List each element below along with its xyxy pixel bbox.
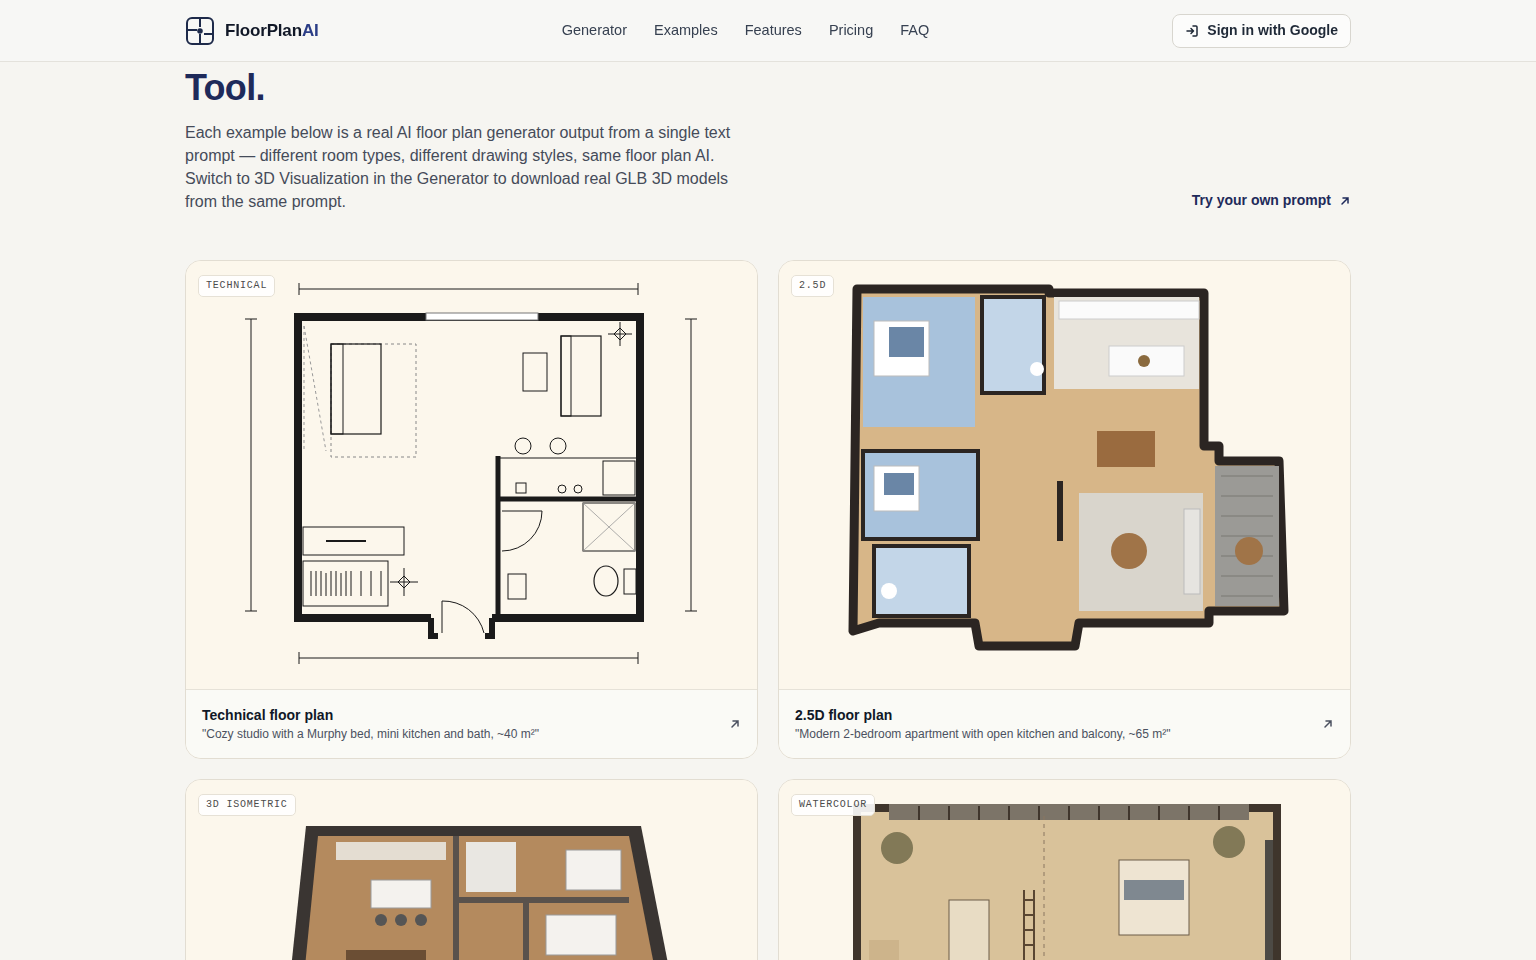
sign-in-label: Sign in with Google: [1207, 20, 1338, 41]
intro-text: Each example below is a real AI floor pl…: [185, 121, 741, 213]
brand-suffix: AI: [302, 21, 319, 40]
sign-in-button[interactable]: Sign in with Google: [1172, 14, 1351, 48]
brand-name: FloorPlanAI: [225, 18, 319, 44]
sign-in-icon: [1185, 24, 1199, 38]
nav-link[interactable]: FAQ: [900, 20, 929, 42]
card-prompt: "Modern 2-bedroom apartment with open ki…: [795, 726, 1171, 742]
example-card[interactable]: 3D ISOMETRIC: [185, 779, 758, 960]
card-prompt: "Cozy studio with a Murphy bed, mini kit…: [202, 726, 539, 742]
style-badge: TECHNICAL: [198, 275, 275, 297]
style-badge: WATERCOLOR: [791, 794, 875, 816]
card-title: Technical floor plan: [202, 706, 539, 724]
card-title: 2.5D floor plan: [795, 706, 1171, 724]
try-prompt-label: Try your own prompt: [1192, 190, 1331, 211]
floor-plan-image: 3D ISOMETRIC: [186, 780, 757, 960]
page-heading: Tool.: [185, 68, 1351, 108]
floor-plan-logo-icon: [185, 16, 215, 46]
arrow-up-right-icon: [1339, 195, 1351, 207]
nav-link[interactable]: Features: [745, 20, 802, 42]
top-bar: FloorPlanAI Generator Examples Features Pric…: [0, 0, 1536, 62]
floor-plan-image: 2.5D: [779, 261, 1350, 689]
card-caption: Technical floor plan "Cozy studio with a …: [186, 689, 757, 758]
brand-main: FloorPlan: [225, 21, 302, 40]
example-card[interactable]: TECHNICAL Technical floor plan "Cozy studi…: [185, 260, 758, 759]
arrow-up-right-icon: [729, 718, 741, 730]
floor-plan-image: TECHNICAL: [186, 261, 757, 689]
card-caption: 2.5D floor plan "Modern 2-bedroom apartme…: [779, 689, 1350, 758]
example-card[interactable]: WATERCOLOR: [778, 779, 1351, 960]
style-badge: 3D ISOMETRIC: [198, 794, 296, 816]
arrow-up-right-icon: [1322, 718, 1334, 730]
style-badge: 2.5D: [791, 275, 834, 297]
examples-grid: TECHNICAL Technical floor plan "Cozy studi…: [185, 260, 1351, 960]
examples-section: Tool. Each example below is a real AI flo…: [185, 0, 1351, 960]
nav-link[interactable]: Pricing: [829, 20, 873, 42]
main-nav: Generator Examples Features Pricing FAQ: [562, 20, 930, 42]
try-prompt-link[interactable]: Try your own prompt: [1192, 190, 1351, 211]
floor-plan-image: WATERCOLOR: [779, 780, 1350, 960]
example-card[interactable]: 2.5D 2.5D floor plan "Modern 2-bedroom apa…: [778, 260, 1351, 759]
logo[interactable]: FloorPlanAI: [185, 16, 319, 46]
nav-link[interactable]: Examples: [654, 20, 718, 42]
nav-link[interactable]: Generator: [562, 20, 627, 42]
